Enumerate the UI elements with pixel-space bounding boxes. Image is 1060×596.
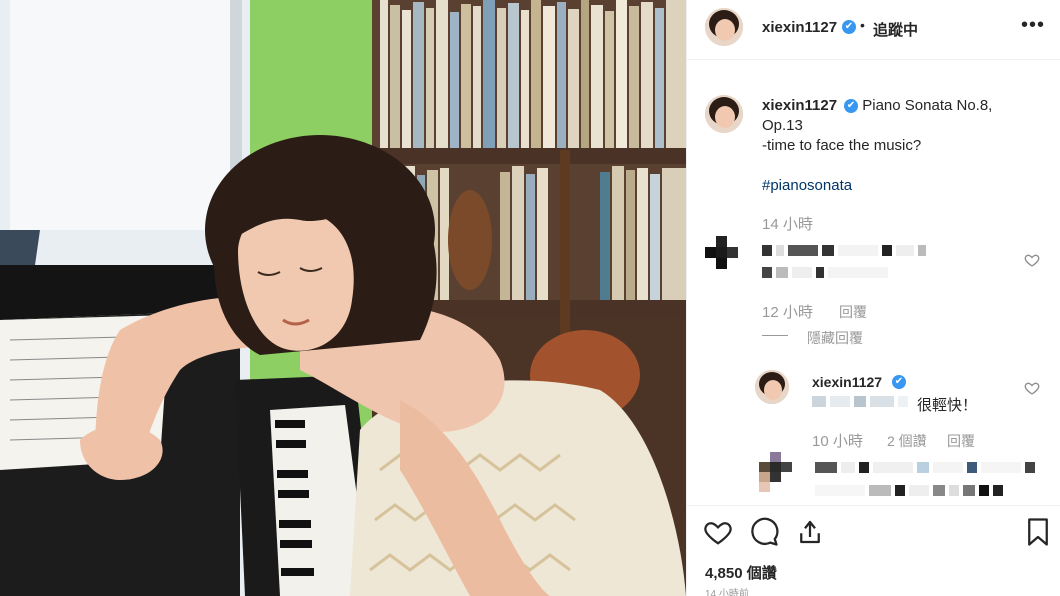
caption-text-line2: Op.13 (762, 117, 803, 134)
avatar[interactable] (705, 8, 743, 46)
caption-text-line3: -time to face the music? (762, 137, 922, 154)
comment-like-heart-icon[interactable] (1024, 252, 1040, 268)
reply-avatar[interactable] (755, 370, 789, 404)
post-panel: xiexin1127 ✔ • 追蹤中 ••• xiexin1127 ✔ Piano… (686, 0, 1060, 596)
blurred-comment-text (762, 245, 926, 256)
separator-dot: • (860, 17, 865, 33)
blurred-mention (812, 396, 908, 407)
avatar-image (705, 8, 743, 46)
share-icon[interactable] (795, 517, 825, 547)
comment-avatar-blurred[interactable] (705, 236, 739, 270)
heart-icon[interactable] (703, 517, 733, 547)
header-username[interactable]: xiexin1127 (762, 19, 837, 36)
reply-reply-button[interactable]: 回覆 (947, 431, 975, 451)
blurred-comment-text-2 (762, 267, 888, 278)
comment-timestamp[interactable]: 12 小時 (762, 301, 813, 322)
verified-icon: ✔ (892, 375, 906, 389)
photo-illustration (0, 0, 686, 596)
blurred-comment-text-3 (815, 462, 1035, 473)
reply-text: 很輕快！ (917, 397, 978, 414)
likes-count[interactable]: 4,850 個讚 (705, 562, 777, 583)
post-photo[interactable] (0, 0, 686, 596)
hashtag-link[interactable]: #pianosonata (762, 177, 852, 194)
comment-icon[interactable] (749, 517, 779, 547)
reply-button[interactable]: 回覆 (839, 302, 867, 322)
verified-icon: ✔ (844, 99, 859, 114)
hide-replies-divider (762, 335, 788, 336)
caption-avatar[interactable] (705, 95, 743, 133)
following-button[interactable]: 追蹤中 (873, 19, 918, 40)
reply-like-heart-icon[interactable] (1024, 380, 1040, 396)
reply-likes-count[interactable]: 2 個讚 (887, 431, 927, 451)
avatar-image (755, 370, 789, 404)
hide-replies-button[interactable]: 隱藏回覆 (807, 328, 863, 348)
post-header: xiexin1127 ✔ • 追蹤中 ••• (687, 0, 1060, 60)
bookmark-icon[interactable] (1023, 517, 1053, 547)
comment-avatar-blurred-2[interactable] (759, 452, 793, 492)
post-actions: 4,850 個讚 (687, 505, 1060, 596)
pixelated-avatar (705, 236, 738, 269)
reply-username[interactable]: xiexin1127 (812, 374, 882, 390)
post-caption: xiexin1127 ✔ Piano Sonata No.8, Op.13 -ti… (762, 96, 1042, 156)
avatar-image (705, 95, 743, 133)
caption-timestamp[interactable]: 14 小時 (762, 213, 813, 234)
post-time-ago[interactable]: 14 小時前 (705, 585, 749, 596)
more-options-icon[interactable]: ••• (1021, 14, 1045, 37)
reply-timestamp[interactable]: 10 小時 (812, 430, 863, 451)
caption-text-line1: Piano Sonata No.8, (862, 97, 993, 114)
pixelated-avatar (759, 452, 792, 492)
verified-icon: ✔ (842, 20, 856, 34)
caption-username[interactable]: xiexin1127 (762, 97, 837, 114)
blurred-comment-text-4 (815, 485, 1003, 496)
